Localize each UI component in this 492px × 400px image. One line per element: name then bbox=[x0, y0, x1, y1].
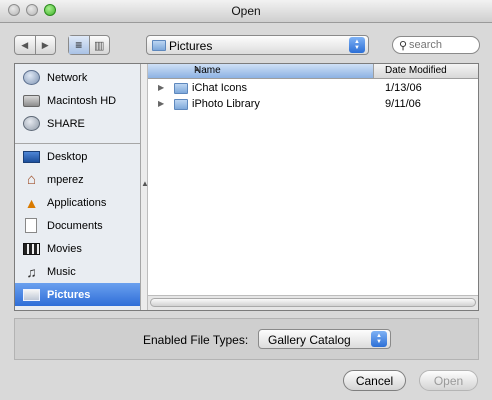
view-mode-control: ≡ ▥ bbox=[68, 35, 110, 55]
sidebar-item-network[interactable]: Network bbox=[15, 66, 140, 89]
disclosure-triangle-icon[interactable]: ▶ bbox=[158, 99, 164, 108]
desktop-icon bbox=[23, 150, 40, 163]
sidebar-divider bbox=[15, 143, 140, 144]
location-popup[interactable]: Pictures ▲ ▼ bbox=[146, 35, 369, 55]
file-types-bar: Enabled File Types: Gallery Catalog ▲ ▼ bbox=[14, 318, 479, 360]
file-date: 9/11/06 bbox=[385, 98, 421, 110]
sidebar-item-music[interactable]: ♫ Music bbox=[15, 260, 140, 283]
window-title: Open bbox=[231, 4, 261, 18]
sidebar-item-label: mperez bbox=[47, 173, 84, 186]
title-bar: Open bbox=[0, 0, 492, 23]
sidebar-item-label: SHARE bbox=[47, 117, 85, 130]
sidebar-item-macintosh-hd[interactable]: Macintosh HD bbox=[15, 89, 140, 112]
open-button[interactable]: Open bbox=[419, 370, 478, 391]
sidebar-item-applications[interactable]: ▲ Applications bbox=[15, 191, 140, 214]
search-icon: ⚲ bbox=[399, 40, 408, 52]
sidebar-places: Desktop ⌂ mperez ▲ Applications Document… bbox=[15, 145, 140, 306]
sidebar-item-label: Music bbox=[47, 265, 76, 278]
network-share-icon bbox=[23, 116, 40, 131]
file-date: 1/13/06 bbox=[385, 82, 422, 94]
home-icon: ⌂ bbox=[26, 171, 37, 188]
sidebar-item-share[interactable]: SHARE bbox=[15, 112, 140, 135]
back-button[interactable]: ◀ bbox=[15, 36, 35, 54]
sort-ascending-icon: ▲ bbox=[194, 66, 201, 73]
search-input[interactable] bbox=[409, 38, 475, 52]
sidebar-item-label: Applications bbox=[47, 196, 107, 209]
file-types-label: Enabled File Types: bbox=[143, 333, 249, 347]
disclosure-triangle-icon[interactable]: ▶ bbox=[158, 83, 164, 92]
list-view-icon: ≡ bbox=[75, 38, 83, 52]
file-name: iPhoto Library bbox=[192, 98, 260, 110]
search-field[interactable]: ⚲ bbox=[392, 36, 480, 54]
folder-icon bbox=[152, 40, 166, 51]
cancel-button[interactable]: Cancel bbox=[343, 370, 406, 391]
sidebar: Network Macintosh HD SHARE Desktop ⌂ mpe… bbox=[15, 64, 141, 310]
sidebar-resize-handle[interactable]: ▲ bbox=[141, 64, 149, 310]
list-item[interactable]: ▶ iPhoto Library 9/11/06 bbox=[148, 96, 478, 112]
sidebar-item-label: Movies bbox=[47, 242, 82, 255]
file-browser: Network Macintosh HD SHARE Desktop ⌂ mpe… bbox=[14, 63, 479, 311]
forward-arrow-icon: ▶ bbox=[41, 39, 49, 50]
back-forward-control: ◀ ▶ bbox=[14, 35, 56, 55]
documents-icon bbox=[25, 218, 37, 233]
list-view-button[interactable]: ≡ bbox=[69, 36, 89, 54]
popup-arrows-icon: ▲ ▼ bbox=[349, 37, 365, 53]
file-name: iChat Icons bbox=[192, 82, 248, 94]
file-list: Name ▲ Date Modified ▶ iChat Icons 1/13/… bbox=[148, 64, 478, 310]
column-view-icon: ▥ bbox=[94, 39, 105, 52]
hard-drive-icon bbox=[23, 94, 40, 107]
location-label: Pictures bbox=[169, 39, 213, 53]
pictures-icon bbox=[23, 288, 40, 301]
folder-icon bbox=[174, 83, 188, 94]
scrollbar-thumb[interactable] bbox=[150, 298, 476, 307]
forward-button[interactable]: ▶ bbox=[34, 36, 56, 54]
column-header-row: Name ▲ Date Modified bbox=[148, 64, 478, 79]
sidebar-item-documents[interactable]: Documents bbox=[15, 214, 140, 237]
sidebar-item-movies[interactable]: Movies bbox=[15, 237, 140, 260]
popup-arrows-icon: ▲ ▼ bbox=[371, 331, 387, 347]
folder-icon bbox=[174, 99, 188, 110]
sidebar-item-label: Desktop bbox=[47, 150, 88, 163]
sidebar-item-desktop[interactable]: Desktop bbox=[15, 145, 140, 168]
movies-icon bbox=[23, 242, 40, 255]
date-modified-column-header[interactable]: Date Modified bbox=[385, 65, 447, 76]
music-icon: ♫ bbox=[26, 263, 37, 280]
file-types-popup[interactable]: Gallery Catalog ▲ ▼ bbox=[258, 329, 391, 349]
sidebar-item-mperez[interactable]: ⌂ mperez bbox=[15, 168, 140, 191]
horizontal-scrollbar[interactable] bbox=[148, 295, 478, 310]
globe-icon bbox=[23, 70, 40, 85]
sidebar-item-pictures[interactable]: Pictures bbox=[15, 283, 140, 306]
file-types-value: Gallery Catalog bbox=[268, 333, 351, 347]
sidebar-item-label: Documents bbox=[47, 219, 103, 232]
sidebar-item-label: Network bbox=[47, 71, 88, 84]
sidebar-item-label: Pictures bbox=[47, 288, 91, 301]
sidebar-item-label: Macintosh HD bbox=[47, 94, 117, 107]
name-column-header[interactable]: Name ▲ bbox=[148, 64, 374, 78]
list-item[interactable]: ▶ iChat Icons 1/13/06 bbox=[148, 80, 478, 96]
applications-icon: ▲ bbox=[24, 194, 39, 211]
back-arrow-icon: ◀ bbox=[21, 39, 29, 50]
column-view-button[interactable]: ▥ bbox=[88, 36, 110, 54]
sidebar-devices: Network Macintosh HD SHARE bbox=[15, 66, 140, 135]
toolbar: ◀ ▶ ≡ ▥ Pictures ▲ ▼ ⚲ bbox=[0, 23, 492, 63]
